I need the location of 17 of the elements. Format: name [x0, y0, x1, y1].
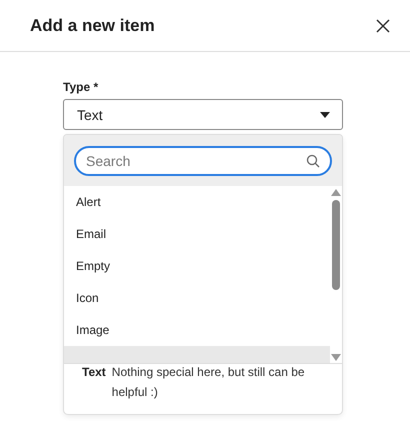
scroll-down-icon[interactable]	[331, 354, 341, 361]
scroll-thumb[interactable]	[332, 200, 340, 290]
dropdown-option[interactable]: Email	[64, 218, 330, 250]
dropdown-option[interactable]: Image	[64, 314, 330, 346]
dropdown-option[interactable]: Empty	[64, 250, 330, 282]
description-text: Nothing special here, but still can be helpful :)	[112, 364, 306, 401]
dropdown-option[interactable]: Alert	[64, 186, 330, 218]
description-name: Text	[82, 364, 106, 381]
close-icon[interactable]	[376, 18, 390, 32]
field-label: Type *	[63, 80, 100, 94]
search-field[interactable]: Search	[74, 146, 332, 176]
search-icon	[306, 154, 320, 168]
type-select[interactable]: Text	[63, 99, 343, 130]
caret-icon	[320, 112, 330, 118]
dropdown-option[interactable]: Icon	[64, 282, 330, 314]
scroll-up-icon[interactable]	[331, 189, 341, 196]
dialog-title: Add a new item	[30, 16, 155, 36]
